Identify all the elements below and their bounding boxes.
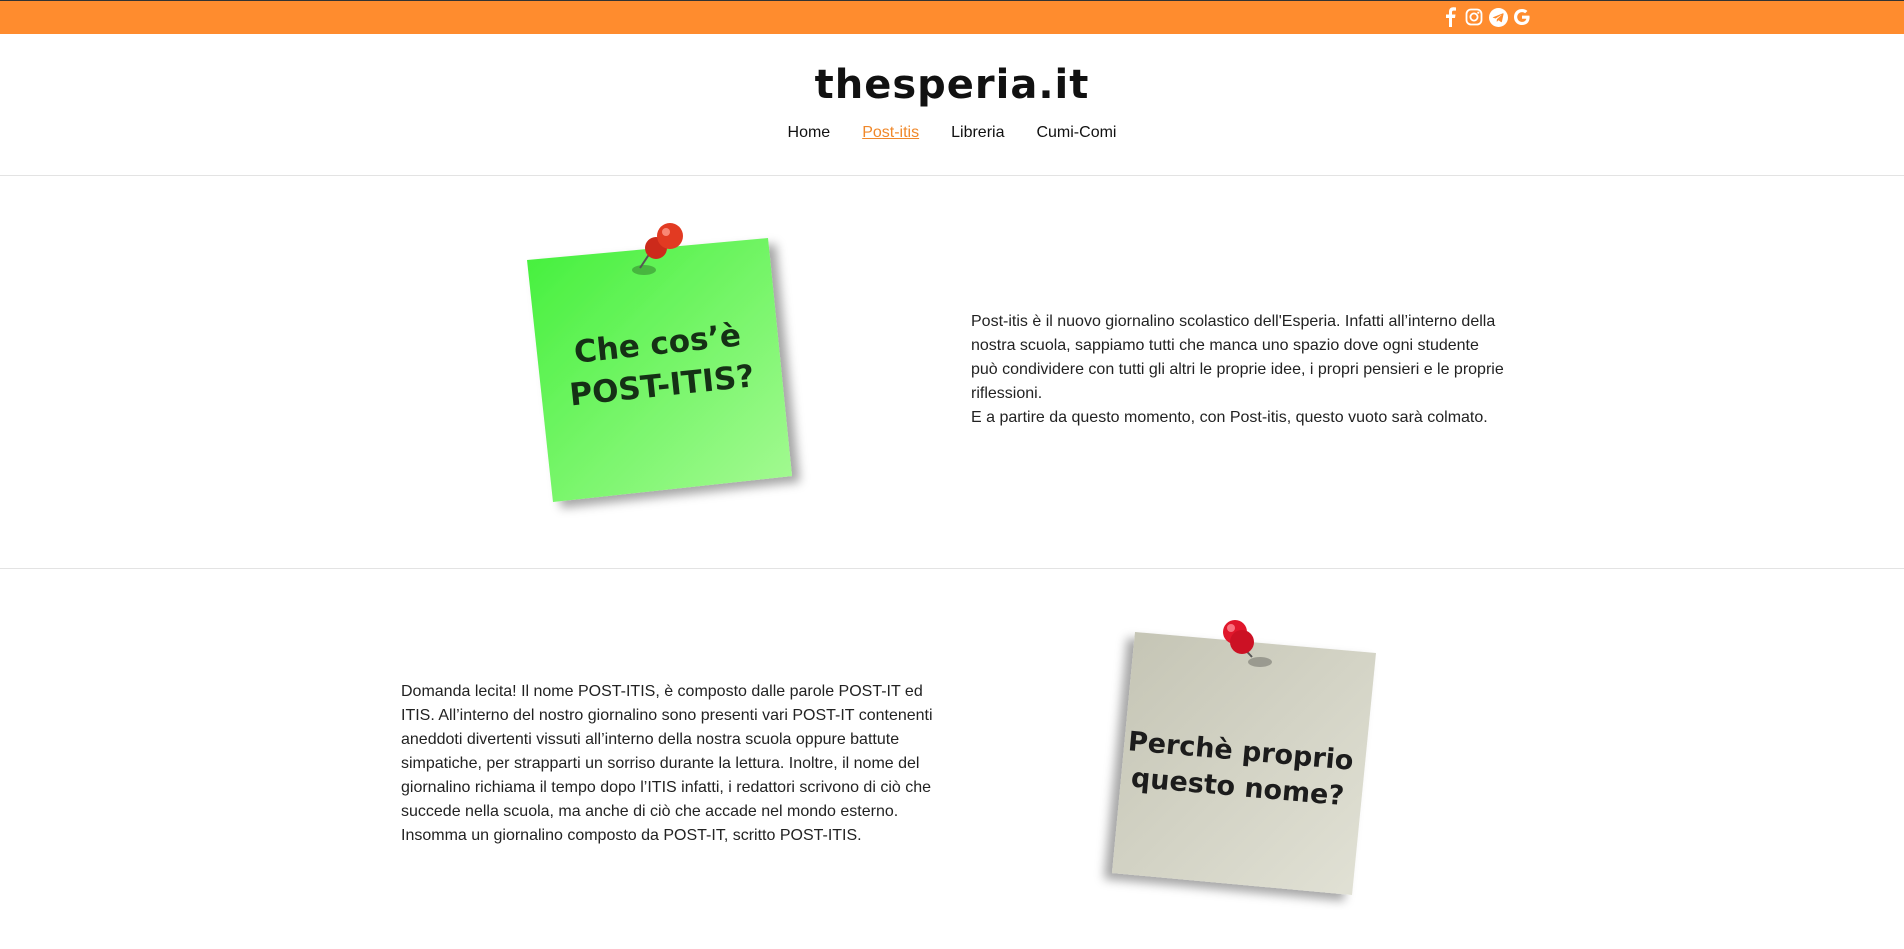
site-logo[interactable]: thesperia.it <box>0 62 1904 108</box>
section1-text: Post-itis è il nuovo giornalino scolasti… <box>971 310 1507 430</box>
instagram-icon[interactable] <box>1464 7 1484 27</box>
nav-post-itis[interactable]: Post-itis <box>862 124 919 142</box>
social-links <box>1440 7 1532 27</box>
section2-text: Domanda lecita! Il nome POST-ITIS, è com… <box>401 680 937 848</box>
header-divider <box>0 175 1904 176</box>
nav-cumi-comi[interactable]: Cumi-Comi <box>1036 124 1116 142</box>
section2-paragraph: Domanda lecita! Il nome POST-ITIS, è com… <box>401 683 933 844</box>
facebook-icon[interactable] <box>1440 7 1460 27</box>
main-nav: Home Post-itis Libreria Cumi-Comi <box>0 124 1904 142</box>
nav-libreria[interactable]: Libreria <box>951 124 1004 142</box>
post-it-note-grey: Perchè proprio questo nome? <box>1090 610 1390 910</box>
section1-paragraph1: Post-itis è il nuovo giornalino scolasti… <box>971 313 1504 402</box>
section1-paragraph2: E a partire da questo momento, con Post-… <box>971 409 1488 426</box>
google-icon[interactable] <box>1512 7 1532 27</box>
post-it-note-green: Che cos’è POST-ITIS? <box>520 218 820 518</box>
top-bar <box>0 0 1904 34</box>
telegram-icon[interactable] <box>1488 7 1508 27</box>
section-divider <box>0 568 1904 569</box>
nav-home[interactable]: Home <box>788 124 831 142</box>
